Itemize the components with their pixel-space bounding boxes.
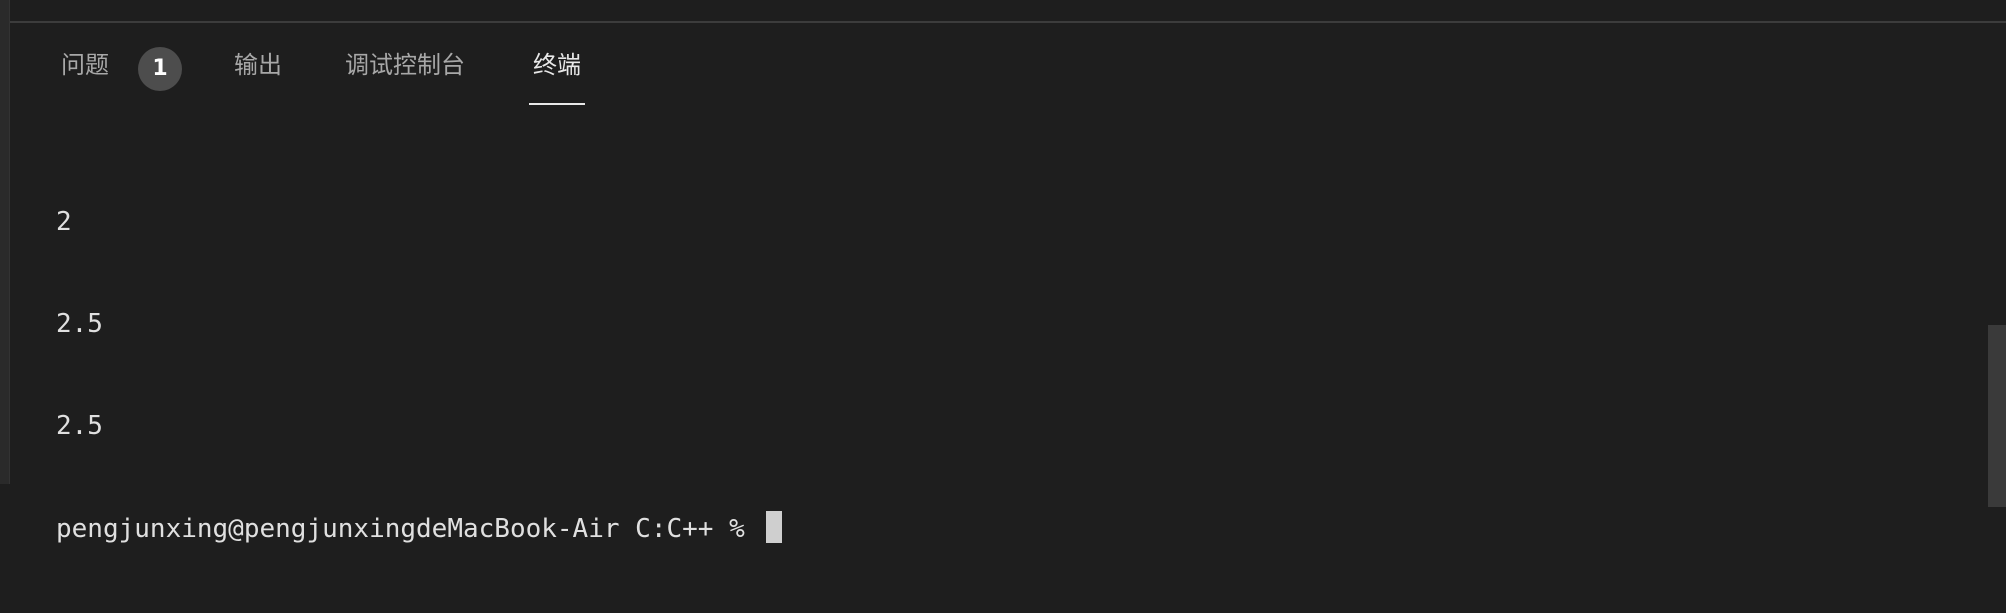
terminal-scrollbar[interactable] bbox=[1988, 325, 2006, 507]
terminal-line: 2.5 bbox=[56, 411, 103, 441]
editor-area-edge bbox=[0, 0, 2006, 23]
tab-problems[interactable]: 问题 bbox=[61, 47, 109, 107]
terminal-output[interactable]: 2 2.5 2.5 pengjunxing@pengjunxingdeMacBo… bbox=[56, 137, 783, 613]
tab-terminal[interactable]: 终端 bbox=[529, 47, 585, 107]
problems-count-badge: 1 bbox=[138, 47, 182, 91]
terminal-prompt: pengjunxing@pengjunxingdeMacBook-Air C:C… bbox=[56, 514, 761, 544]
terminal-prompt-line: pengjunxing@pengjunxingdeMacBook-Air C:C… bbox=[56, 511, 783, 545]
activity-bar-edge bbox=[0, 0, 10, 484]
terminal-line: 2 bbox=[56, 207, 72, 237]
tab-terminal-label: 终端 bbox=[533, 51, 581, 79]
tab-problems-label: 问题 bbox=[61, 51, 109, 79]
tab-output[interactable]: 输出 bbox=[234, 47, 282, 107]
tab-output-label: 输出 bbox=[234, 51, 282, 79]
bottom-panel: 问题 1 输出 调试控制台 终端 2 2.5 2.5 pengjunxing@p… bbox=[10, 23, 2006, 544]
panel-tab-bar: 问题 1 输出 调试控制台 终端 bbox=[10, 23, 2006, 108]
tab-debug-console-label: 调试控制台 bbox=[345, 51, 465, 79]
active-tab-indicator bbox=[529, 103, 585, 105]
terminal-cursor bbox=[766, 511, 783, 543]
tab-debug-console[interactable]: 调试控制台 bbox=[345, 47, 465, 107]
terminal-line: 2.5 bbox=[56, 309, 103, 339]
